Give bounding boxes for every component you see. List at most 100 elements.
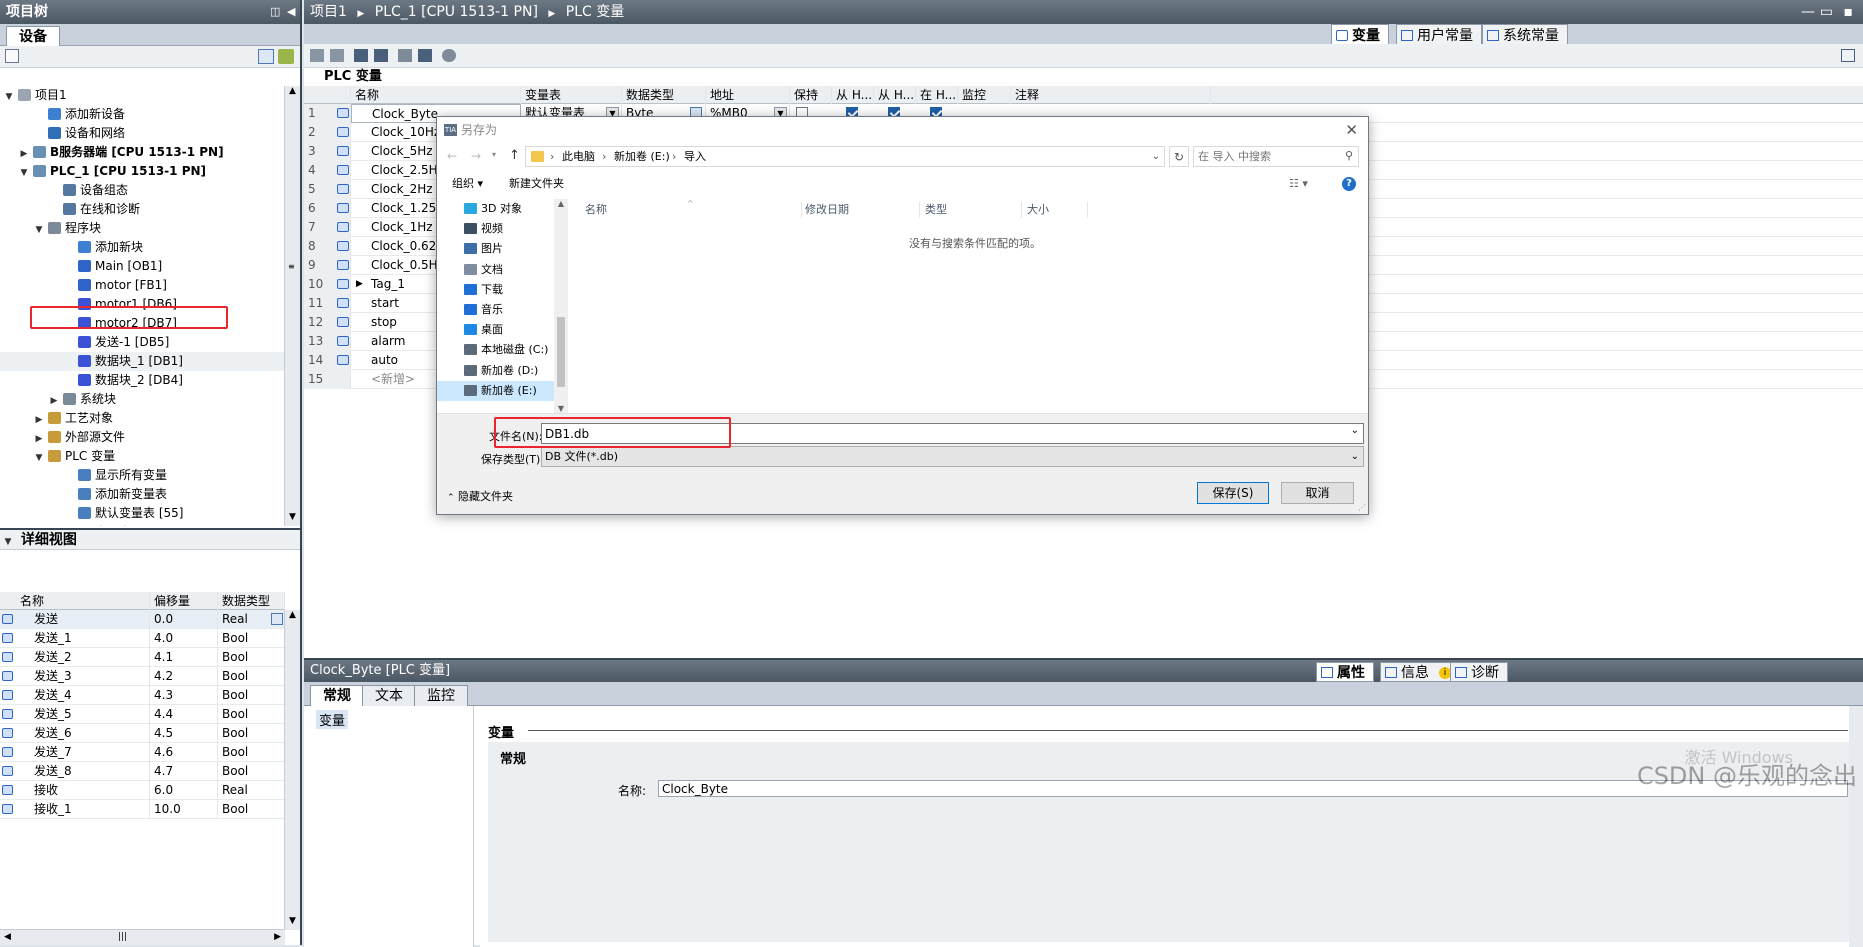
tree-item[interactable]: ▶ 系统块 (0, 390, 285, 409)
search-icon[interactable]: ⚲ (1345, 149, 1353, 162)
col-from-hmi-2[interactable]: 从 H... (874, 86, 916, 104)
dialog-close-icon[interactable]: ✕ (1345, 117, 1358, 143)
save-button[interactable]: 保存(S) (1197, 482, 1269, 504)
help-icon[interactable]: ? (1342, 177, 1356, 191)
col-from-hmi-1[interactable]: 从 H... (832, 86, 874, 104)
tree-item[interactable]: 变量表_1 [4] (0, 523, 285, 526)
resize-grip-icon[interactable]: ⋰ (1358, 503, 1366, 512)
nav-item[interactable]: 桌面 (437, 320, 568, 340)
nav-item[interactable]: 图片 (437, 239, 568, 259)
file-col-date[interactable]: 修改日期 (805, 199, 849, 221)
path-drive-e[interactable]: 新加卷 (E:) (614, 147, 670, 166)
filename-dropdown-icon[interactable]: ⌄ (1351, 425, 1359, 436)
detail-row[interactable]: 发送_4 4.3 Bool (0, 686, 285, 705)
ribbon-tab-system-constants[interactable]: 系统常量 (1482, 24, 1568, 46)
detail-row[interactable]: 发送_1 4.0 Bool (0, 629, 285, 648)
filetype-dropdown-icon[interactable]: ⌄ (1351, 447, 1359, 466)
detail-row[interactable]: 发送 0.0 Real (0, 610, 285, 629)
col-address[interactable]: 地址 (706, 86, 790, 104)
export-icon[interactable] (354, 49, 368, 62)
detail-row[interactable]: 接收_1 10.0 Bool (0, 800, 285, 819)
tree-item[interactable]: 数据块_1 [DB1] (0, 352, 285, 371)
hide-folders-toggle[interactable]: ⌃ 隐藏文件夹 (447, 488, 513, 504)
detail-col-name[interactable]: 名称 (16, 592, 150, 610)
detail-collapse-icon[interactable]: ▼ (0, 532, 16, 552)
breadcrumb-project[interactable]: 项目1 (310, 4, 347, 20)
up-arrow-icon[interactable]: ↑ (509, 148, 520, 163)
tree-item[interactable]: ▼ 项目1 (0, 86, 285, 105)
type-picker-icon[interactable] (271, 613, 283, 625)
tree-item[interactable]: motor [FB1] (0, 276, 285, 295)
close-icon[interactable]: ▪ (1844, 0, 1854, 24)
ribbon-tab-tags[interactable]: 变量 (1331, 24, 1389, 46)
tree-item[interactable]: ▶ B服务器端 [CPU 1513-1 PN] (0, 143, 285, 162)
tree-item[interactable]: ▼ PLC_1 [CPU 1513-1 PN] (0, 162, 285, 181)
breadcrumb-plc[interactable]: PLC_1 [CPU 1513-1 PN] (375, 4, 538, 20)
detail-row[interactable]: 发送_2 4.1 Bool (0, 648, 285, 667)
monitor-icon[interactable] (398, 49, 412, 62)
column-icon[interactable] (418, 49, 432, 62)
tab-devices[interactable]: 设备 (6, 26, 60, 46)
nav-item[interactable]: 新加卷 (D:) (437, 361, 568, 381)
nav-scrollbar[interactable]: ▲ ▼ (554, 199, 568, 413)
col-monitor[interactable]: 监控 (958, 86, 1011, 104)
detail-col-type[interactable]: 数据类型 (218, 592, 285, 610)
insert-row-icon[interactable] (310, 49, 324, 62)
inspector-tab-properties[interactable]: 属性 (1316, 662, 1374, 682)
restore-icon[interactable]: ▭ (1820, 0, 1833, 24)
tree-item[interactable]: ▶ 外部源文件 (0, 428, 285, 447)
nav-item[interactable]: 3D 对象 (437, 199, 568, 219)
back-arrow-icon[interactable]: ← (447, 149, 457, 163)
tree-item[interactable]: 发送-1 [DB5] (0, 333, 285, 352)
breadcrumb-tags[interactable]: PLC 变量 (566, 4, 624, 20)
tree-item[interactable]: 设备组态 (0, 181, 285, 200)
tree-item[interactable]: 默认变量表 [55] (0, 504, 285, 523)
tree-item[interactable]: ▼ 程序块 (0, 219, 285, 238)
tree-item[interactable]: 在线和诊断 (0, 200, 285, 219)
tree-item[interactable]: 数据块_2 [DB4] (0, 371, 285, 390)
col-retain[interactable]: 保持 (790, 86, 832, 104)
path-dropdown-icon[interactable]: ⌄ (1152, 147, 1160, 166)
detail-hscroll[interactable]: ◀ ||| ▶ (0, 929, 285, 945)
filetype-select[interactable]: DB 文件(*.db) ⌄ (541, 446, 1364, 467)
pin-icon[interactable]: ◫ (270, 0, 280, 24)
tree-item[interactable]: 显示所有变量 (0, 466, 285, 485)
detail-row[interactable]: 发送_3 4.2 Bool (0, 667, 285, 686)
inspector-tab-diagnostics[interactable]: 诊断 (1450, 662, 1508, 682)
detail-scrollbar[interactable]: ▲ ▼ (284, 610, 300, 930)
detail-row[interactable]: 发送_8 4.7 Bool (0, 762, 285, 781)
nav-item[interactable]: 新加卷 (E:) (437, 380, 568, 401)
view-options-icon[interactable]: ☷ ▾ (1289, 171, 1308, 197)
refresh-icon[interactable] (278, 49, 294, 64)
nav-item[interactable]: 本地磁盘 (C:) (437, 340, 568, 360)
path-this-pc[interactable]: 此电脑 (562, 147, 595, 166)
settings-icon[interactable] (442, 49, 456, 62)
detail-row[interactable]: 发送_6 4.5 Bool (0, 724, 285, 743)
nav-item[interactable]: 下载 (437, 280, 568, 300)
address-path[interactable]: › 此电脑 › 新加卷 (E:) › 导入 ⌄ (525, 146, 1165, 167)
col-in-hmi[interactable]: 在 H... (916, 86, 958, 104)
col-comment[interactable]: 注释 (1011, 86, 1211, 104)
tree-item[interactable]: Main [OB1] (0, 257, 285, 276)
inspector-nav-variable[interactable]: 变量 (316, 710, 349, 729)
path-import[interactable]: 导入 (684, 147, 706, 166)
col-data-type[interactable]: 数据类型 (622, 86, 706, 104)
add-row-icon[interactable] (330, 49, 344, 62)
inspector-tab-general[interactable]: 常规 (310, 685, 364, 706)
tree-view-icon[interactable] (5, 49, 19, 63)
detail-row[interactable]: 接收 6.0 Real (0, 781, 285, 800)
tree-item[interactable]: ▶ 工艺对象 (0, 409, 285, 428)
cancel-button[interactable]: 取消 (1281, 482, 1354, 504)
col-tag-table[interactable]: 变量表 (521, 86, 622, 104)
file-col-size[interactable]: 大小 (1027, 199, 1049, 221)
search-box[interactable]: ⚲ (1193, 146, 1359, 167)
tree-item[interactable]: 设备和网络 (0, 124, 285, 143)
organize-button[interactable]: 组织 ▾ (452, 171, 483, 197)
ribbon-tab-user-constants[interactable]: 用户常量 (1396, 24, 1482, 46)
inspector-tab-text[interactable]: 文本 (362, 685, 416, 706)
detail-col-offset[interactable]: 偏移量 (150, 592, 218, 610)
inspector-tab-monitor[interactable]: 监控 (414, 685, 468, 706)
refresh-path-icon[interactable]: ↻ (1169, 146, 1189, 167)
inspector-scrollbar[interactable] (1849, 706, 1863, 947)
tree-item[interactable]: 添加新块 (0, 238, 285, 257)
